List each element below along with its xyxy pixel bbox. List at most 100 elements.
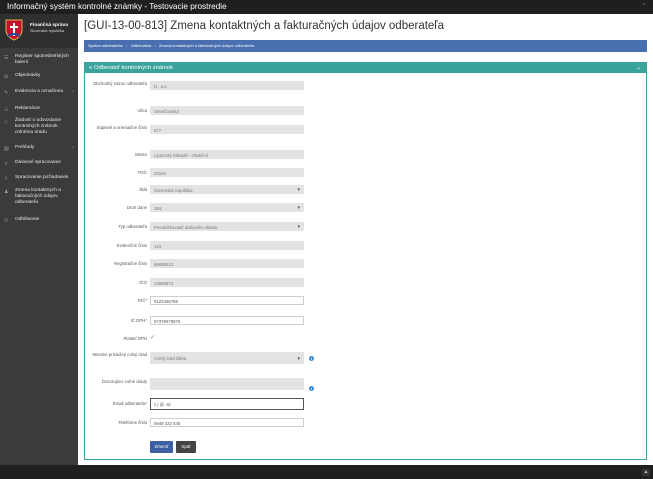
label-email: Email odberateľa* xyxy=(85,401,147,406)
submit-button[interactable]: Zmeniť xyxy=(150,441,173,453)
info-icon[interactable]: i xyxy=(309,356,314,361)
label-psc: PSČ xyxy=(138,170,147,175)
page-title: [GUI-13-00-813] Zmena kontaktných a fakt… xyxy=(84,20,445,32)
sidebar-item-register[interactable]: ☰ Register spotrebiteľských balení xyxy=(0,54,78,70)
sidebar-item-ziadost[interactable]: ◇ Žiadosť o odovzdanie kontrolných známo… xyxy=(0,118,78,144)
label-stat: Štát xyxy=(139,187,147,192)
chevron-right-icon: › xyxy=(72,89,74,95)
sidebar-item-label: Register spotrebiteľských balení xyxy=(15,54,69,65)
platitel-dph-checkbox[interactable]: ✓ xyxy=(150,334,158,342)
breadcrumb-item[interactable]: Správa odberateľov xyxy=(88,43,123,48)
sidebar-item-label: Objednávky xyxy=(15,73,41,78)
brand: Finančná správa Slovenská republika xyxy=(0,14,78,48)
sidebar-item-label: Zmena kontaktných a fakturačných údajov … xyxy=(15,188,61,205)
obchodny-nazov-field: N , a.s. xyxy=(150,81,304,90)
ulica-field: Smrečianska xyxy=(150,106,304,115)
label-registracne-cislo: Registračné číslo xyxy=(114,261,147,266)
label-druh-dane: Druh dane xyxy=(126,205,147,210)
panel-title: Odberateľ kontrolných známok xyxy=(94,65,174,71)
psc-field: 03104 xyxy=(150,168,304,177)
sidebar-item-zmena-udajov[interactable]: ♟ Zmena kontaktných a fakturačných údajo… xyxy=(0,188,78,214)
sidebar-item-davkove[interactable]: ⇪ Dávkové spracovanie xyxy=(0,160,78,168)
dozorujuce-field[interactable] xyxy=(150,378,304,390)
mesto-field: Liptovský Mikuláš - Okoličné xyxy=(150,150,304,159)
chevron-right-icon: › xyxy=(72,145,74,151)
breadcrumb: Správa odberateľov › Odberatelia › Zmena… xyxy=(84,40,647,52)
sidebar-item-objednavky[interactable]: ⊟ Objednávky xyxy=(0,73,78,81)
user-icon: ♟ xyxy=(4,189,9,195)
sidebar-item-label: Dávkové spracovanie xyxy=(15,160,61,165)
cart-icon: ⊟ xyxy=(4,74,9,80)
ico-field: 14568874 xyxy=(150,278,304,287)
ic-dph-input[interactable]: 57378678876 xyxy=(150,316,304,325)
sidebar-item-label: Prehľady xyxy=(15,145,35,150)
typ-odberatela-select[interactable]: Prevádzkovateľ daňového skladu xyxy=(150,222,304,231)
stat-select[interactable]: Slovenská republika xyxy=(150,185,304,194)
sidebar-item-reklamacie[interactable]: ⚠ Reklamácie xyxy=(0,106,78,114)
label-evidencne-cislo: Evidenčné číslo xyxy=(116,243,147,248)
supisne-cislo-field: 677 xyxy=(150,125,304,134)
label-email-text: Email odberateľa xyxy=(112,401,146,406)
email-input[interactable]: z | @ .sk xyxy=(150,398,304,410)
dic-input[interactable]: 0123456789 xyxy=(150,296,304,305)
label-ico: IČO xyxy=(139,280,147,285)
state-emblem-icon xyxy=(5,19,23,41)
sidebar-item-odhlasenie[interactable]: ⏻ Odhlásenie xyxy=(0,217,78,225)
required-marker: * xyxy=(145,318,147,323)
sidebar-item-poziadavky[interactable]: ⇩ Spracovanie požiadaviek xyxy=(0,175,78,183)
sidebar-item-label: Žiadosť o odovzdanie kontrolných známok … xyxy=(15,118,62,135)
label-mesto: Mesto xyxy=(135,152,147,157)
footer-bar: ▲ xyxy=(0,465,653,479)
panel-header[interactable]: ≡ Odberateľ kontrolných známok ⌄ xyxy=(85,63,646,73)
list-icon: ☰ xyxy=(4,55,9,61)
label-telefon: Telefónne číslo xyxy=(118,420,147,425)
label-platitel-dph: Platiteľ DPH xyxy=(123,336,147,341)
panel-title-icon: ≡ xyxy=(89,65,93,71)
required-marker: * xyxy=(145,298,147,303)
label-miestne-prislusny: Miestne príslušný colný úrad xyxy=(92,352,147,357)
upload-icon: ⇪ xyxy=(4,161,9,167)
label-dic: DIČ* xyxy=(85,298,147,303)
customer-panel: ≡ Odberateľ kontrolných známok ⌄ Obchodn… xyxy=(84,62,647,460)
chevron-down-icon[interactable]: ⌄ xyxy=(636,63,641,73)
scroll-top-button[interactable]: ▲ xyxy=(642,469,650,476)
evidencne-cislo-field: 123 xyxy=(150,241,304,250)
required-marker: * xyxy=(145,401,147,406)
handover-icon: ◇ xyxy=(4,119,8,125)
sidebar: Finančná správa Slovenská republika ☰ Re… xyxy=(0,14,78,479)
warning-icon: ⚠ xyxy=(4,107,9,113)
label-obchodny-nazov: Obchodný názov odberateľa xyxy=(92,81,147,86)
sidebar-item-label: Odhlásenie xyxy=(15,217,40,222)
label-supisne-cislo: Súpisné a orientačné číslo xyxy=(96,125,147,130)
edit-icon: ✎ xyxy=(4,90,9,96)
label-ic-dph: IČ DPH* xyxy=(85,318,147,323)
breadcrumb-separator: › xyxy=(154,43,156,48)
label-ic-dph-text: IČ DPH xyxy=(130,318,146,323)
breadcrumb-item-current: Zmena kontaktných a fakturačných údajov … xyxy=(158,43,255,48)
chart-icon: ▤ xyxy=(4,146,9,152)
sidebar-item-label: Reklamácie xyxy=(15,106,41,111)
back-button[interactable]: Späť xyxy=(176,441,196,453)
label-dozorujuce: Dozorujúce colné úrady xyxy=(101,379,147,384)
logout-icon: ⏻ xyxy=(4,218,8,224)
telefon-input[interactable]: 0949 222 645 xyxy=(150,418,304,427)
registracne-cislo-field: 66899513 xyxy=(150,259,304,268)
app-title: Informačný systém kontrolné známky - Tes… xyxy=(7,2,227,11)
sidebar-item-label: Spracovanie požiadaviek xyxy=(15,175,69,180)
druh-dane-select[interactable]: SBL xyxy=(150,203,304,212)
brand-name: Finančná správa xyxy=(30,23,68,28)
brand-subtitle: Slovenská republika xyxy=(30,29,64,33)
sidebar-item-prehlady[interactable]: ▤ Prehľady › xyxy=(0,145,78,153)
inbox-icon: ⇩ xyxy=(4,176,9,182)
breadcrumb-item[interactable]: Odberatelia xyxy=(131,43,152,48)
main-content: [GUI-13-00-813] Zmena kontaktných a fakt… xyxy=(78,14,653,465)
miestne-prislusny-select[interactable]: Colný úrad Žilina xyxy=(150,352,304,364)
info-icon[interactable]: i xyxy=(309,386,314,391)
top-bar: Informačný systém kontrolné známky - Tes… xyxy=(0,0,653,14)
sidebar-item-evidencia[interactable]: ✎ Evidencia a označenia › xyxy=(0,89,78,97)
sidebar-item-label: Evidencia a označenia xyxy=(15,89,64,94)
chevron-up-icon[interactable]: ⌃ xyxy=(641,2,647,12)
label-ulica: Ulica xyxy=(137,108,147,113)
breadcrumb-separator: › xyxy=(126,43,128,48)
label-typ-odberatela: Typ odberateľa xyxy=(118,224,147,229)
